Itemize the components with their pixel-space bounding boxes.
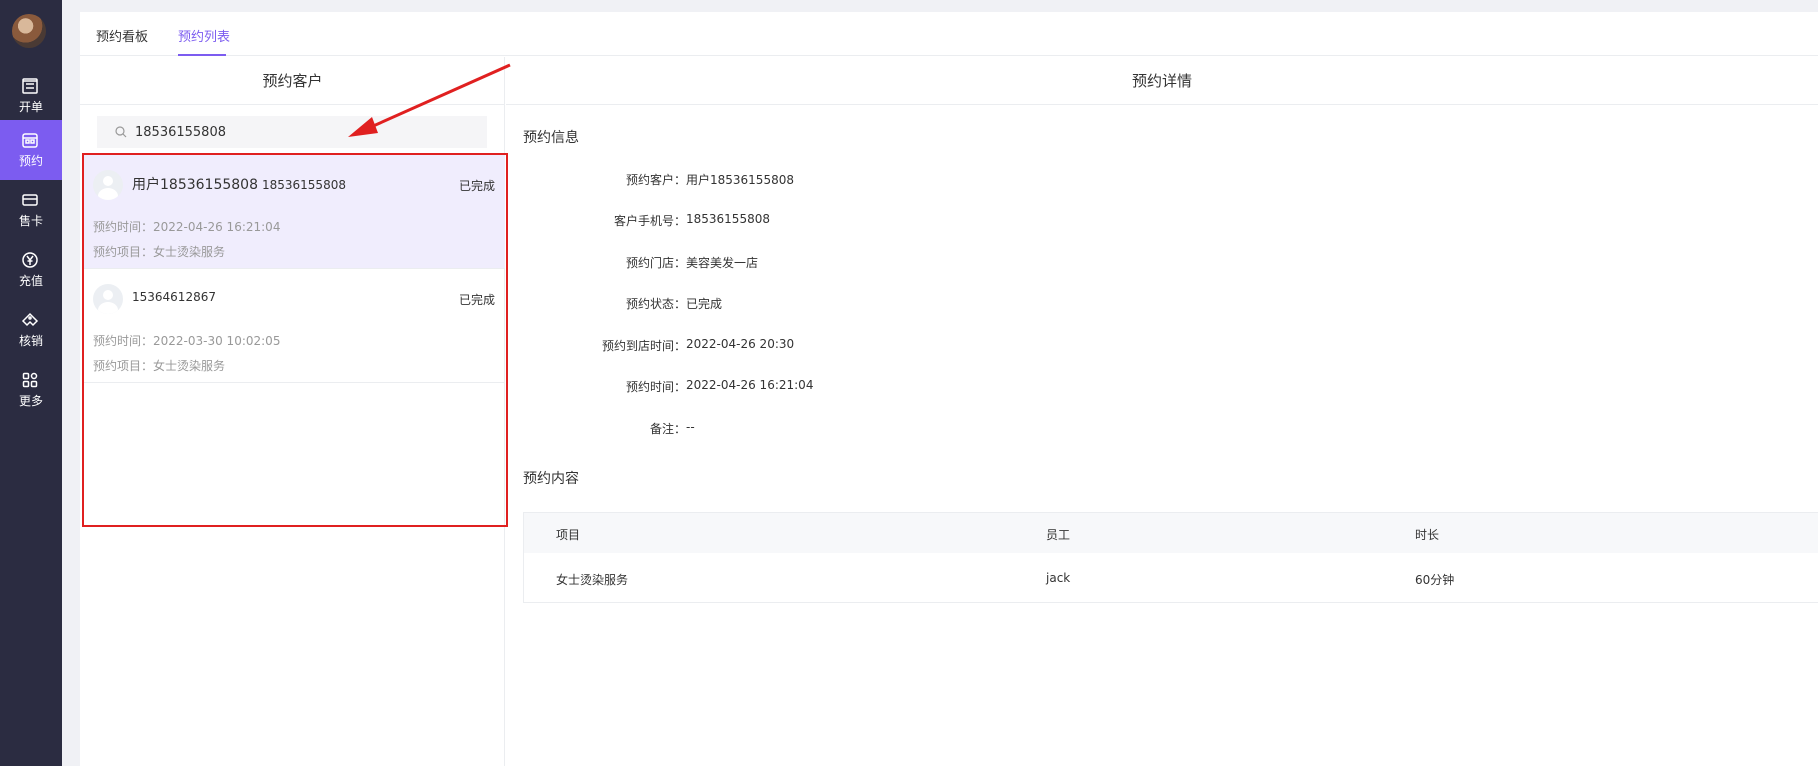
- info-value: 2022-04-26 20:30: [686, 337, 795, 351]
- info-key: 预约门店：: [625, 256, 686, 270]
- status-badge: 已完成: [458, 293, 495, 307]
- customer-avatar: [93, 284, 123, 314]
- info-row-status: 预约状态： 已完成: [506, 295, 1106, 311]
- card-icon: [22, 194, 38, 206]
- sidebar-item-more[interactable]: 更多: [0, 360, 62, 420]
- table-header-project: 项目: [556, 528, 581, 542]
- sidebar-item-billing[interactable]: 开单: [0, 66, 62, 126]
- tab-bar: 预约看板 预约列表: [80, 12, 1818, 56]
- search-icon: [115, 126, 127, 138]
- yen-icon: [22, 252, 38, 268]
- reservation-project: 预约项目：女士烫染服务: [93, 359, 226, 373]
- info-key: 预约状态：: [625, 297, 686, 311]
- customer-panel: 预约客户 用户1853615580818536155808 已完成 预约时间：2…: [80, 57, 508, 766]
- sidebar-item-label: 预约: [18, 154, 43, 168]
- info-row-arrival-time: 预约到店时间： 2022-04-26 20:30: [506, 337, 1106, 353]
- info-row-store: 预约门店： 美容美发一店: [506, 254, 1106, 270]
- reservation-content-table: 项目 员工 时长 女士烫染服务 jack 60分钟: [523, 512, 1818, 603]
- reservation-info-title: 预约信息: [523, 130, 579, 146]
- search-box[interactable]: [97, 116, 487, 148]
- sidebar-item-reservation[interactable]: 预约: [0, 120, 62, 180]
- info-row-reservation-time: 预约时间： 2022-04-26 16:21:04: [506, 378, 1106, 394]
- calendar-icon: [22, 133, 38, 148]
- customer-panel-title: 预约客户: [80, 57, 505, 105]
- info-value: 美容美发一店: [686, 256, 759, 270]
- customer-name: 15364612867: [132, 290, 216, 304]
- info-value: 18536155808: [686, 212, 770, 226]
- customer-name-text: 用户18536155808: [132, 177, 258, 193]
- info-row-customer: 预约客户： 用户18536155808: [506, 171, 1106, 187]
- tab-reservation-board[interactable]: 预约看板: [96, 26, 148, 45]
- status-badge: 已完成: [458, 179, 495, 193]
- sidebar: 开单 预约 售卡 充值 核销 更多: [0, 0, 62, 766]
- sidebar-item-label: 开单: [18, 100, 43, 114]
- info-value: 2022-04-26 16:21:04: [686, 378, 814, 392]
- table-header: [524, 513, 1818, 553]
- table-header-duration: 时长: [1415, 528, 1440, 542]
- grid-icon: [22, 372, 38, 388]
- sidebar-item-verify[interactable]: 核销: [0, 300, 62, 360]
- info-key: 预约时间：: [625, 380, 686, 394]
- sidebar-item-label: 更多: [18, 394, 43, 408]
- user-avatar[interactable]: [12, 14, 46, 48]
- info-value: 用户18536155808: [686, 173, 794, 187]
- reservation-time: 预约时间：2022-04-26 16:21:04: [93, 220, 281, 234]
- main-panel: 预约看板 预约列表 预约客户 用户1853615580818536155808 …: [80, 12, 1818, 766]
- table-cell-duration: 60分钟: [1415, 573, 1455, 587]
- info-value: 已完成: [686, 297, 723, 311]
- info-row-remark: 备注： --: [506, 420, 1106, 436]
- reservation-project: 预约项目：女士烫染服务: [93, 245, 226, 259]
- table-cell-project: 女士烫染服务: [556, 573, 629, 587]
- receipt-icon: [22, 78, 38, 94]
- info-key: 备注：: [649, 422, 686, 436]
- ticket-icon: [21, 312, 39, 327]
- search-input[interactable]: [135, 116, 475, 148]
- info-key: 预约到店时间：: [601, 339, 686, 353]
- detail-panel: 预约详情 预约信息 预约客户： 用户18536155808 客户手机号： 185…: [506, 57, 1818, 766]
- active-tab-indicator: [178, 54, 226, 56]
- table-header-staff: 员工: [1046, 528, 1071, 542]
- customer-list: 用户18536155808 18536155808 已完成 预约时间：2022-0…: [82, 153, 508, 527]
- reservation-time: 预约时间：2022-03-30 10:02:05: [93, 334, 281, 348]
- detail-panel-title: 预约详情: [506, 57, 1818, 105]
- info-key: 客户手机号：: [613, 214, 686, 228]
- customer-avatar: [93, 170, 123, 200]
- sidebar-item-label: 售卡: [18, 214, 43, 228]
- table-cell-staff: jack: [1046, 571, 1071, 585]
- customer-card[interactable]: 用户18536155808 18536155808 已完成 预约时间：2022-0…: [84, 155, 505, 269]
- tab-reservation-list[interactable]: 预约列表: [178, 26, 230, 45]
- sidebar-item-label: 充值: [18, 274, 43, 288]
- customer-card[interactable]: 15364612867 已完成 预约时间：2022-03-30 10:02:05…: [84, 269, 505, 383]
- customer-name: 用户18536155808 18536155808: [132, 174, 346, 194]
- info-value: --: [686, 420, 695, 434]
- reservation-content-title: 预约内容: [523, 471, 579, 487]
- customer-phone: 18536155808: [261, 178, 346, 192]
- sidebar-item-recharge[interactable]: 充值: [0, 240, 62, 300]
- sidebar-item-label: 核销: [18, 334, 43, 348]
- info-row-phone: 客户手机号： 18536155808: [506, 212, 1106, 228]
- info-key: 预约客户：: [625, 173, 686, 187]
- customer-name-text: 15364612867: [132, 290, 216, 304]
- sidebar-item-sell-card[interactable]: 售卡: [0, 180, 62, 240]
